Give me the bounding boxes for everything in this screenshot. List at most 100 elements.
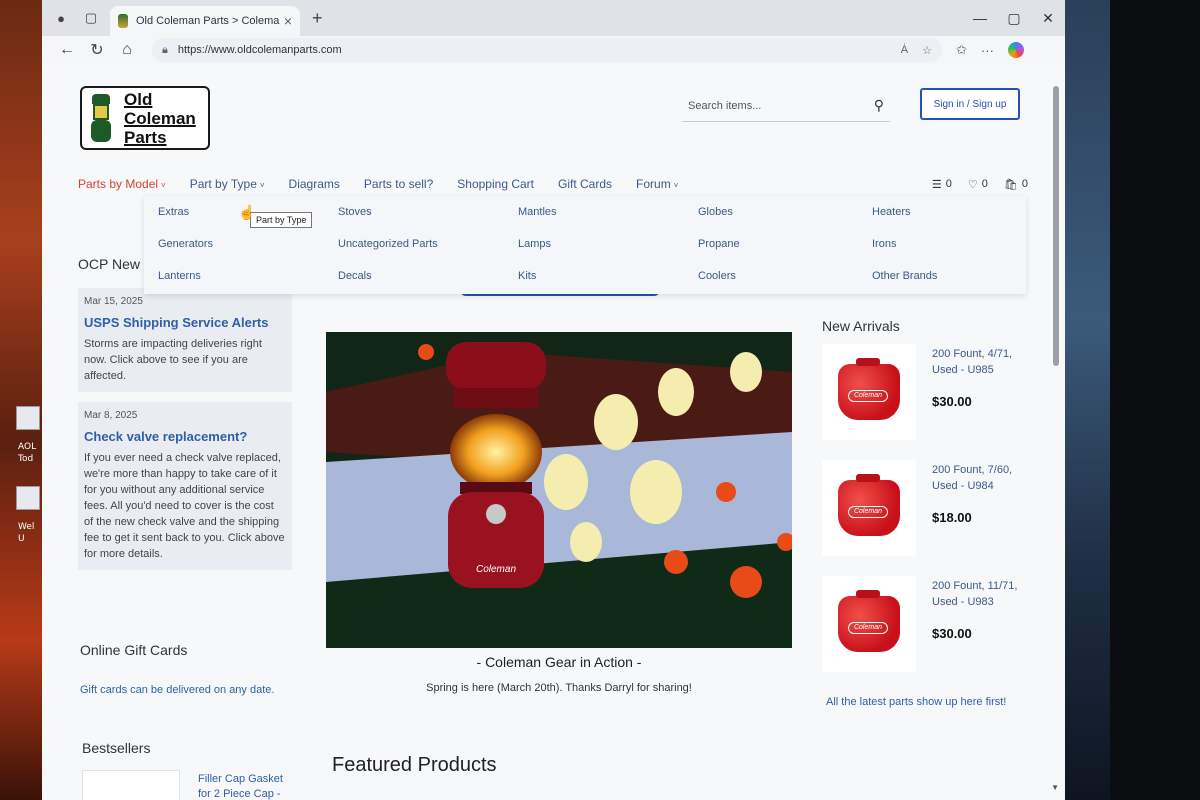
close-window-icon[interactable]: ✕ (1031, 10, 1065, 27)
arrival-name-link[interactable]: 200 Fount, 11/71, Used - U983 (932, 578, 1032, 610)
fount-tank-image[interactable]: Coleman (822, 576, 916, 672)
url-text: https://www.oldcolemanparts.com (177, 44, 342, 56)
nav-part-by-type[interactable]: Part by Type ˅ (190, 177, 265, 191)
desktop-app-icon[interactable] (16, 406, 40, 430)
scroll-down-arrow-icon[interactable]: ▼ (1051, 783, 1059, 792)
more-menu-icon[interactable]: ··· (981, 43, 994, 58)
tab-title: Old Coleman Parts > Coleman Pa (136, 15, 280, 27)
arrival-item[interactable]: Coleman 200 Fount, 11/71, Used - U983 $3… (822, 576, 1022, 672)
bestseller-thumbnail[interactable] (82, 770, 180, 800)
address-bar-row: ← ↻ ⌂ 🔒︎ https://www.oldcolemanparts.com… (42, 36, 1065, 64)
dropdown-item[interactable]: Uncategorized Parts (338, 234, 438, 266)
sign-in-button[interactable]: Sign in / Sign up (920, 88, 1020, 120)
desktop-label: AOL (18, 442, 37, 452)
news-card: Mar 15, 2025 USPS Shipping Service Alert… (78, 288, 292, 392)
dropdown-column: Heaters Irons Other Brands (872, 202, 937, 298)
dropdown-item[interactable]: Propane (698, 234, 740, 266)
arrival-item[interactable]: Coleman 200 Fount, 7/60, Used - U984 $18… (822, 460, 1022, 556)
search-input[interactable]: Search items... ⚲ (682, 90, 890, 122)
dropdown-item[interactable]: Decals (338, 266, 438, 298)
search-placeholder: Search items... (688, 99, 762, 112)
dropdown-item[interactable]: Heaters (872, 202, 937, 234)
arrival-price: $30.00 (932, 626, 972, 641)
read-aloud-icon[interactable]: Ȧ (901, 44, 908, 56)
fount-tank-image[interactable]: Coleman (822, 460, 916, 556)
dropdown-item[interactable]: Stoves (338, 202, 438, 234)
tab-actions-icon[interactable]: ▢ (80, 7, 102, 29)
scrollbar-thumb[interactable] (1053, 86, 1059, 366)
desktop-label: Tod (18, 454, 34, 464)
gift-cards-link[interactable]: Gift cards can be delivered on any date. (80, 684, 274, 696)
latest-parts-link[interactable]: All the latest parts show up here first! (826, 696, 1006, 708)
news-title-link[interactable]: USPS Shipping Service Alerts (84, 315, 286, 330)
web-page: ▼ Old Coleman Parts Search items... ⚲ Si… (42, 64, 1065, 800)
lantern-logo-icon (88, 92, 114, 144)
back-icon[interactable]: ← (52, 41, 82, 59)
arrival-item[interactable]: Coleman 200 Fount, 4/71, Used - U985 $30… (822, 344, 1022, 440)
browser-window: ● ▢ Old Coleman Parts > Coleman Pa × + —… (42, 0, 1065, 800)
fount-tank-image[interactable]: Coleman (822, 344, 916, 440)
wishlist-button[interactable]: ♡ 0 (968, 178, 988, 191)
tab-bar: ● ▢ Old Coleman Parts > Coleman Pa × + —… (42, 0, 1065, 36)
logo-text: Old Coleman Parts (124, 89, 196, 147)
url-field[interactable]: 🔒︎ https://www.oldcolemanparts.com Ȧ ☆ (152, 38, 942, 62)
dropdown-item[interactable]: Extras (158, 202, 213, 234)
part-by-type-dropdown: Extras Generators Lanterns Stoves Uncate… (144, 196, 1026, 294)
list-icon: ☰ (931, 178, 942, 191)
mouse-cursor-icon: ☝ (238, 204, 256, 220)
hero-caption: - Coleman Gear in Action - (476, 654, 642, 670)
dropdown-item[interactable]: Mantles (518, 202, 557, 234)
dropdown-column: Globes Propane Coolers (698, 202, 740, 298)
dropdown-item[interactable]: Globes (698, 202, 740, 234)
dropdown-item[interactable]: Kits (518, 266, 557, 298)
arrival-name-link[interactable]: 200 Fount, 7/60, Used - U984 (932, 462, 1032, 494)
main-navigation: Parts by Model ˅ Part by Type ˅ Diagrams P… (78, 172, 1028, 196)
copilot-icon[interactable] (1007, 42, 1024, 58)
arrival-name-link[interactable]: 200 Fount, 4/71, Used - U985 (932, 346, 1032, 378)
maximize-icon[interactable]: ▢ (997, 10, 1031, 27)
home-icon[interactable]: ⌂ (112, 41, 142, 59)
nav-diagrams[interactable]: Diagrams (289, 177, 340, 191)
cart-button[interactable]: 🛍︎ 0 (1004, 178, 1028, 191)
arrival-price: $18.00 (932, 510, 972, 525)
dropdown-column: Mantles Lamps Kits (518, 202, 557, 298)
desktop-app-icon[interactable] (16, 486, 40, 510)
chevron-down-icon: ˅ (259, 181, 265, 190)
chevron-down-icon: ˅ (161, 181, 166, 190)
monitor-bezel (1110, 0, 1200, 800)
close-tab-icon[interactable]: × (284, 13, 292, 29)
dropdown-item[interactable]: Lanterns (158, 266, 213, 298)
browser-toolbar: ✩ ··· (956, 42, 1024, 58)
site-logo[interactable]: Old Coleman Parts (80, 86, 210, 150)
refresh-icon[interactable]: ↻ (82, 40, 112, 60)
desktop-right-edge (1065, 0, 1200, 800)
profile-icon[interactable]: ● (50, 7, 72, 29)
dropdown-item[interactable]: Irons (872, 234, 937, 266)
news-title-link[interactable]: Check valve replacement? (84, 429, 286, 444)
search-icon[interactable]: ⚲ (874, 97, 884, 114)
window-controls: — ▢ ✕ (963, 10, 1065, 27)
shopping-bag-icon: 🛍︎ (1003, 178, 1018, 191)
dropdown-item[interactable]: Generators (158, 234, 213, 266)
nav-forum[interactable]: Forum ˅ (636, 177, 678, 191)
minimize-icon[interactable]: — (963, 10, 997, 27)
tooltip: Part by Type (250, 212, 313, 228)
nav-parts-to-sell[interactable]: Parts to sell? (364, 177, 433, 191)
nav-parts-by-model[interactable]: Parts by Model ˅ (78, 177, 166, 191)
desktop-label: U (18, 534, 25, 544)
new-tab-button[interactable]: + (312, 8, 323, 29)
compare-list-button[interactable]: ☰ 0 (932, 178, 952, 191)
dropdown-column: Stoves Uncategorized Parts Decals (338, 202, 438, 298)
bestseller-link[interactable]: Filler Cap Gasket for 2 Piece Cap - (198, 772, 298, 800)
nav-gift-cards[interactable]: Gift Cards (558, 177, 612, 191)
dropdown-item[interactable]: Coolers (698, 266, 740, 298)
heart-icon: ♡ (967, 178, 978, 191)
browser-tab[interactable]: Old Coleman Parts > Coleman Pa × (110, 6, 300, 36)
favorites-icon[interactable]: ✩ (956, 42, 967, 58)
favicon-lantern-icon (118, 14, 128, 28)
dropdown-item[interactable]: Other Brands (872, 266, 937, 298)
nav-shopping-cart[interactable]: Shopping Cart (457, 177, 534, 191)
favorite-star-icon[interactable]: ☆ (922, 44, 932, 57)
dropdown-item[interactable]: Lamps (518, 234, 557, 266)
gift-cards-title: Online Gift Cards (80, 642, 188, 658)
